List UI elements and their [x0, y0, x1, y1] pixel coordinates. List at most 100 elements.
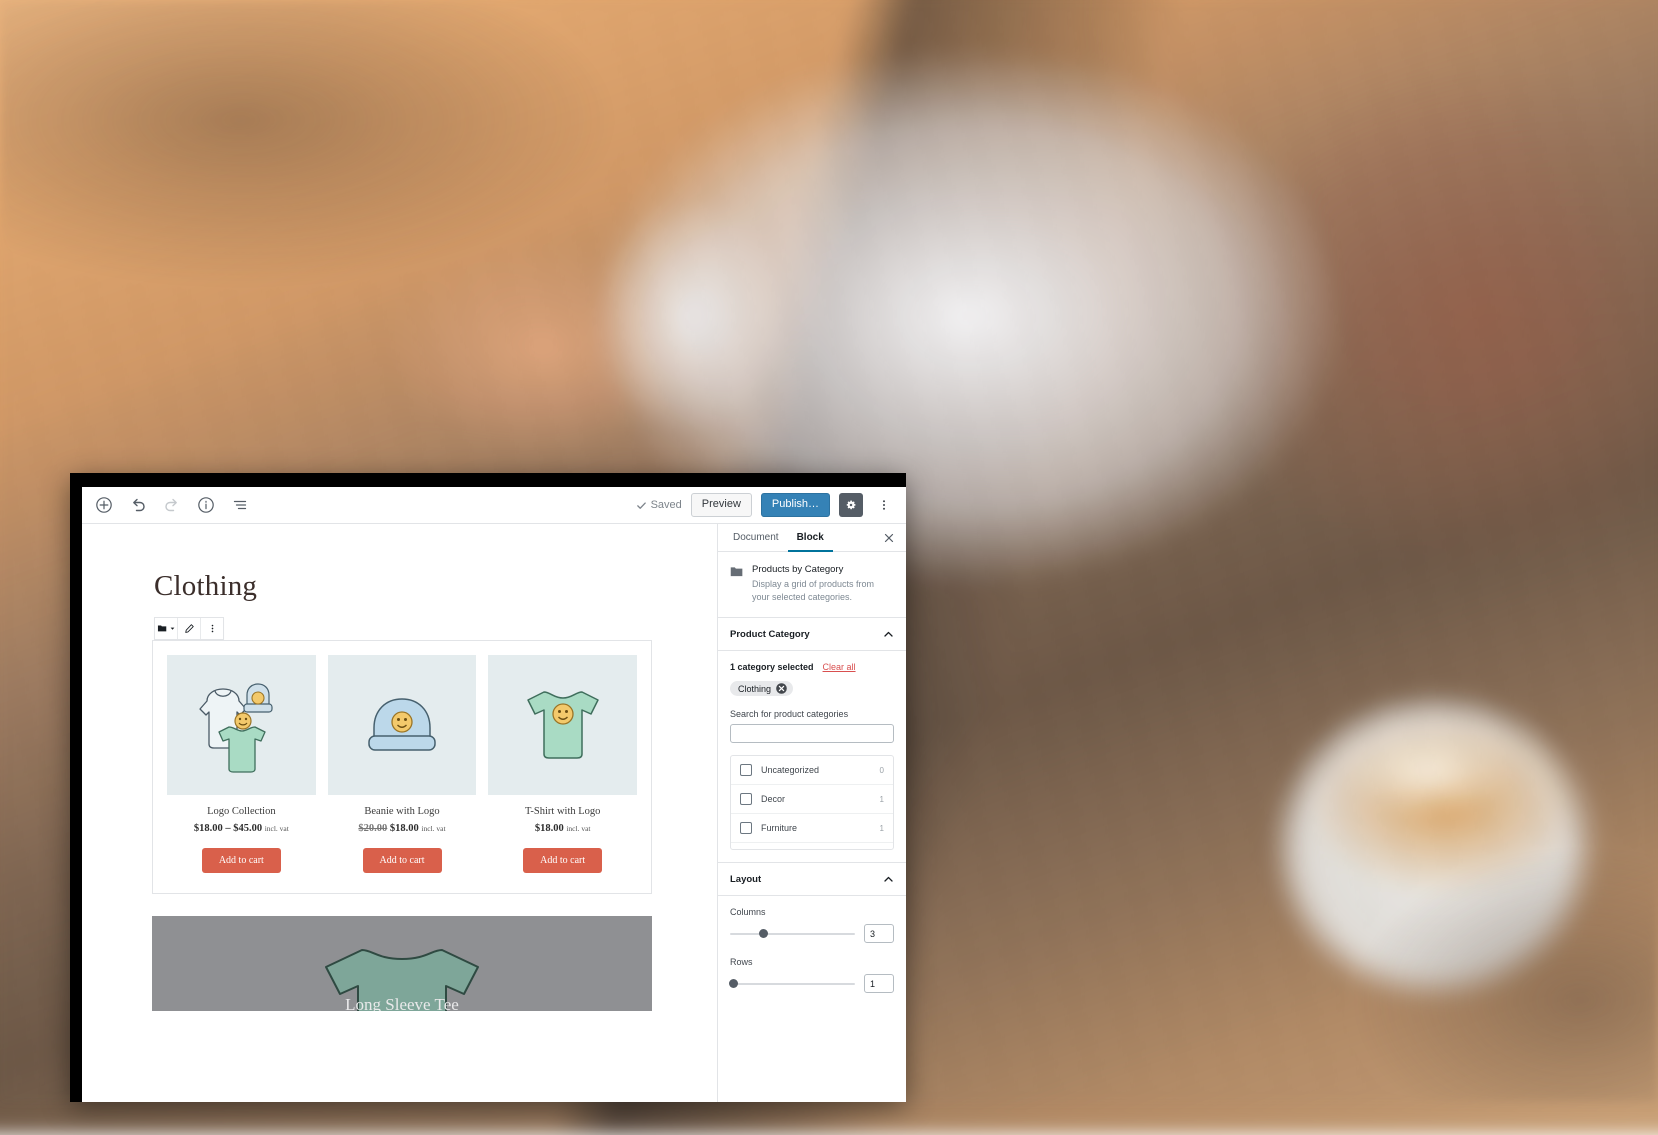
- grid-folder-icon: [730, 565, 743, 604]
- price-current: $18.00: [390, 823, 419, 834]
- product-name: T-Shirt with Logo: [488, 806, 637, 817]
- preview-button[interactable]: Preview: [691, 493, 752, 517]
- featured-product-block[interactable]: Long Sleeve Tee: [152, 916, 652, 1011]
- undo-icon[interactable]: [128, 495, 148, 515]
- columns-label: Columns: [730, 907, 894, 917]
- rows-control-row: [730, 974, 894, 993]
- product-category-panel-header[interactable]: Product Category: [718, 618, 906, 651]
- product-image-tshirt: [488, 655, 637, 795]
- category-count: 1: [880, 824, 884, 833]
- price-current: $18.00: [535, 823, 564, 834]
- block-toolbar: [154, 617, 224, 640]
- publish-button[interactable]: Publish…: [761, 493, 830, 517]
- slider-thumb[interactable]: [729, 979, 738, 988]
- editor-toolbar-left: [94, 495, 250, 515]
- category-count: 0: [880, 766, 884, 775]
- block-editor-window: Saved Preview Publish…: [70, 473, 906, 1102]
- page-title[interactable]: Clothing: [154, 570, 717, 603]
- slider-track: [730, 933, 855, 935]
- selection-summary-row: 1 category selected Clear all: [730, 662, 894, 672]
- hoodie-beanie-tshirt-illustration: [181, 665, 301, 785]
- products-by-category-block[interactable]: Logo Collection $18.00 – $45.00 incl. va…: [152, 640, 652, 894]
- sidebar-tabs: Document Block: [718, 524, 906, 552]
- columns-number-input[interactable]: [864, 924, 894, 943]
- more-options-button[interactable]: [872, 493, 896, 517]
- columns-control-row: [730, 924, 894, 943]
- close-sidebar-button[interactable]: [878, 524, 900, 551]
- beanie-illustration: [347, 670, 457, 780]
- category-row-clothing[interactable]: Clothing 14: [731, 843, 893, 850]
- product-card[interactable]: Beanie with Logo $20.00 $18.00 incl. vat…: [328, 655, 477, 873]
- chevron-up-icon: [883, 629, 894, 640]
- add-to-cart-button[interactable]: Add to cart: [523, 848, 602, 873]
- product-name: Logo Collection: [167, 806, 316, 817]
- tab-document[interactable]: Document: [724, 524, 788, 552]
- settings-gear-button[interactable]: [839, 493, 863, 517]
- checkbox[interactable]: [740, 793, 752, 805]
- chip-label: Clothing: [738, 684, 771, 694]
- columns-slider[interactable]: [730, 928, 855, 940]
- price-regular: $20.00: [358, 823, 387, 834]
- block-card-description: Display a grid of products from your sel…: [752, 578, 894, 604]
- block-card-title: Products by Category: [752, 564, 894, 575]
- plus-circle-icon[interactable]: [94, 495, 114, 515]
- product-name: Beanie with Logo: [328, 806, 477, 817]
- category-row-uncategorized[interactable]: Uncategorized 0: [731, 756, 893, 785]
- redo-icon: [162, 495, 182, 515]
- add-to-cart-button[interactable]: Add to cart: [363, 848, 442, 873]
- editor-toolbar-right: Saved Preview Publish…: [636, 493, 896, 517]
- close-circle-icon[interactable]: [776, 683, 787, 694]
- more-vertical-icon: [207, 623, 218, 634]
- product-card[interactable]: Logo Collection $18.00 – $45.00 incl. va…: [167, 655, 316, 873]
- layout-panel-header[interactable]: Layout: [718, 862, 906, 896]
- rows-label: Rows: [730, 957, 894, 967]
- tab-block[interactable]: Block: [788, 524, 833, 552]
- more-vertical-icon: [877, 498, 891, 512]
- category-count: 1: [880, 795, 884, 804]
- list-view-icon[interactable]: [230, 495, 250, 515]
- product-category-panel-title: Product Category: [730, 629, 810, 640]
- price-vat-note: incl. vat: [421, 824, 445, 833]
- category-row-furniture[interactable]: Furniture 1: [731, 814, 893, 843]
- slider-track: [730, 983, 855, 985]
- product-price: $20.00 $18.00 incl. vat: [328, 823, 477, 834]
- checkbox[interactable]: [740, 764, 752, 776]
- rows-slider[interactable]: [730, 978, 855, 990]
- info-circle-icon[interactable]: [196, 495, 216, 515]
- product-image-logo-collection: [167, 655, 316, 795]
- edit-block-button[interactable]: [178, 618, 201, 639]
- category-label: Decor: [761, 794, 785, 804]
- checkbox[interactable]: [740, 822, 752, 834]
- price-vat-note: incl. vat: [265, 824, 289, 833]
- product-card[interactable]: T-Shirt with Logo $18.00 incl. vat Add t…: [488, 655, 637, 873]
- layout-panel-title: Layout: [730, 874, 761, 885]
- block-editor-viewport: Saved Preview Publish…: [82, 487, 906, 1102]
- selected-category-chip[interactable]: Clothing: [730, 681, 793, 696]
- editor-body: Clothing: [82, 524, 906, 1102]
- product-price: $18.00 incl. vat: [488, 823, 637, 834]
- clear-all-link[interactable]: Clear all: [823, 662, 856, 672]
- search-categories-input[interactable]: [730, 724, 894, 743]
- close-icon: [884, 533, 894, 543]
- product-category-panel-body: 1 category selected Clear all Clothing S…: [718, 651, 906, 862]
- slider-thumb[interactable]: [759, 929, 768, 938]
- block-info-card: Products by Category Display a grid of p…: [718, 552, 906, 618]
- chevron-up-icon: [883, 874, 894, 885]
- tshirt-illustration: [504, 666, 622, 784]
- price-current: $18.00 – $45.00: [194, 823, 262, 834]
- editor-content-area[interactable]: Clothing: [82, 524, 718, 1102]
- block-type-button[interactable]: [155, 618, 178, 639]
- category-checkbox-list[interactable]: Uncategorized 0 Decor 1 Furniture 1: [730, 755, 894, 850]
- category-row-decor[interactable]: Decor 1: [731, 785, 893, 814]
- selected-count-label: 1 category selected: [730, 662, 814, 672]
- price-vat-note: incl. vat: [566, 824, 590, 833]
- gear-icon: [844, 498, 858, 512]
- add-to-cart-button[interactable]: Add to cart: [202, 848, 281, 873]
- editor-top-bar: Saved Preview Publish…: [82, 487, 906, 524]
- chevron-down-icon: [170, 626, 175, 631]
- rows-number-input[interactable]: [864, 974, 894, 993]
- block-settings-sidebar: Document Block: [718, 524, 906, 1102]
- block-more-button[interactable]: [201, 618, 223, 639]
- grid-folder-icon: [157, 623, 168, 634]
- product-grid: Logo Collection $18.00 – $45.00 incl. va…: [167, 655, 637, 873]
